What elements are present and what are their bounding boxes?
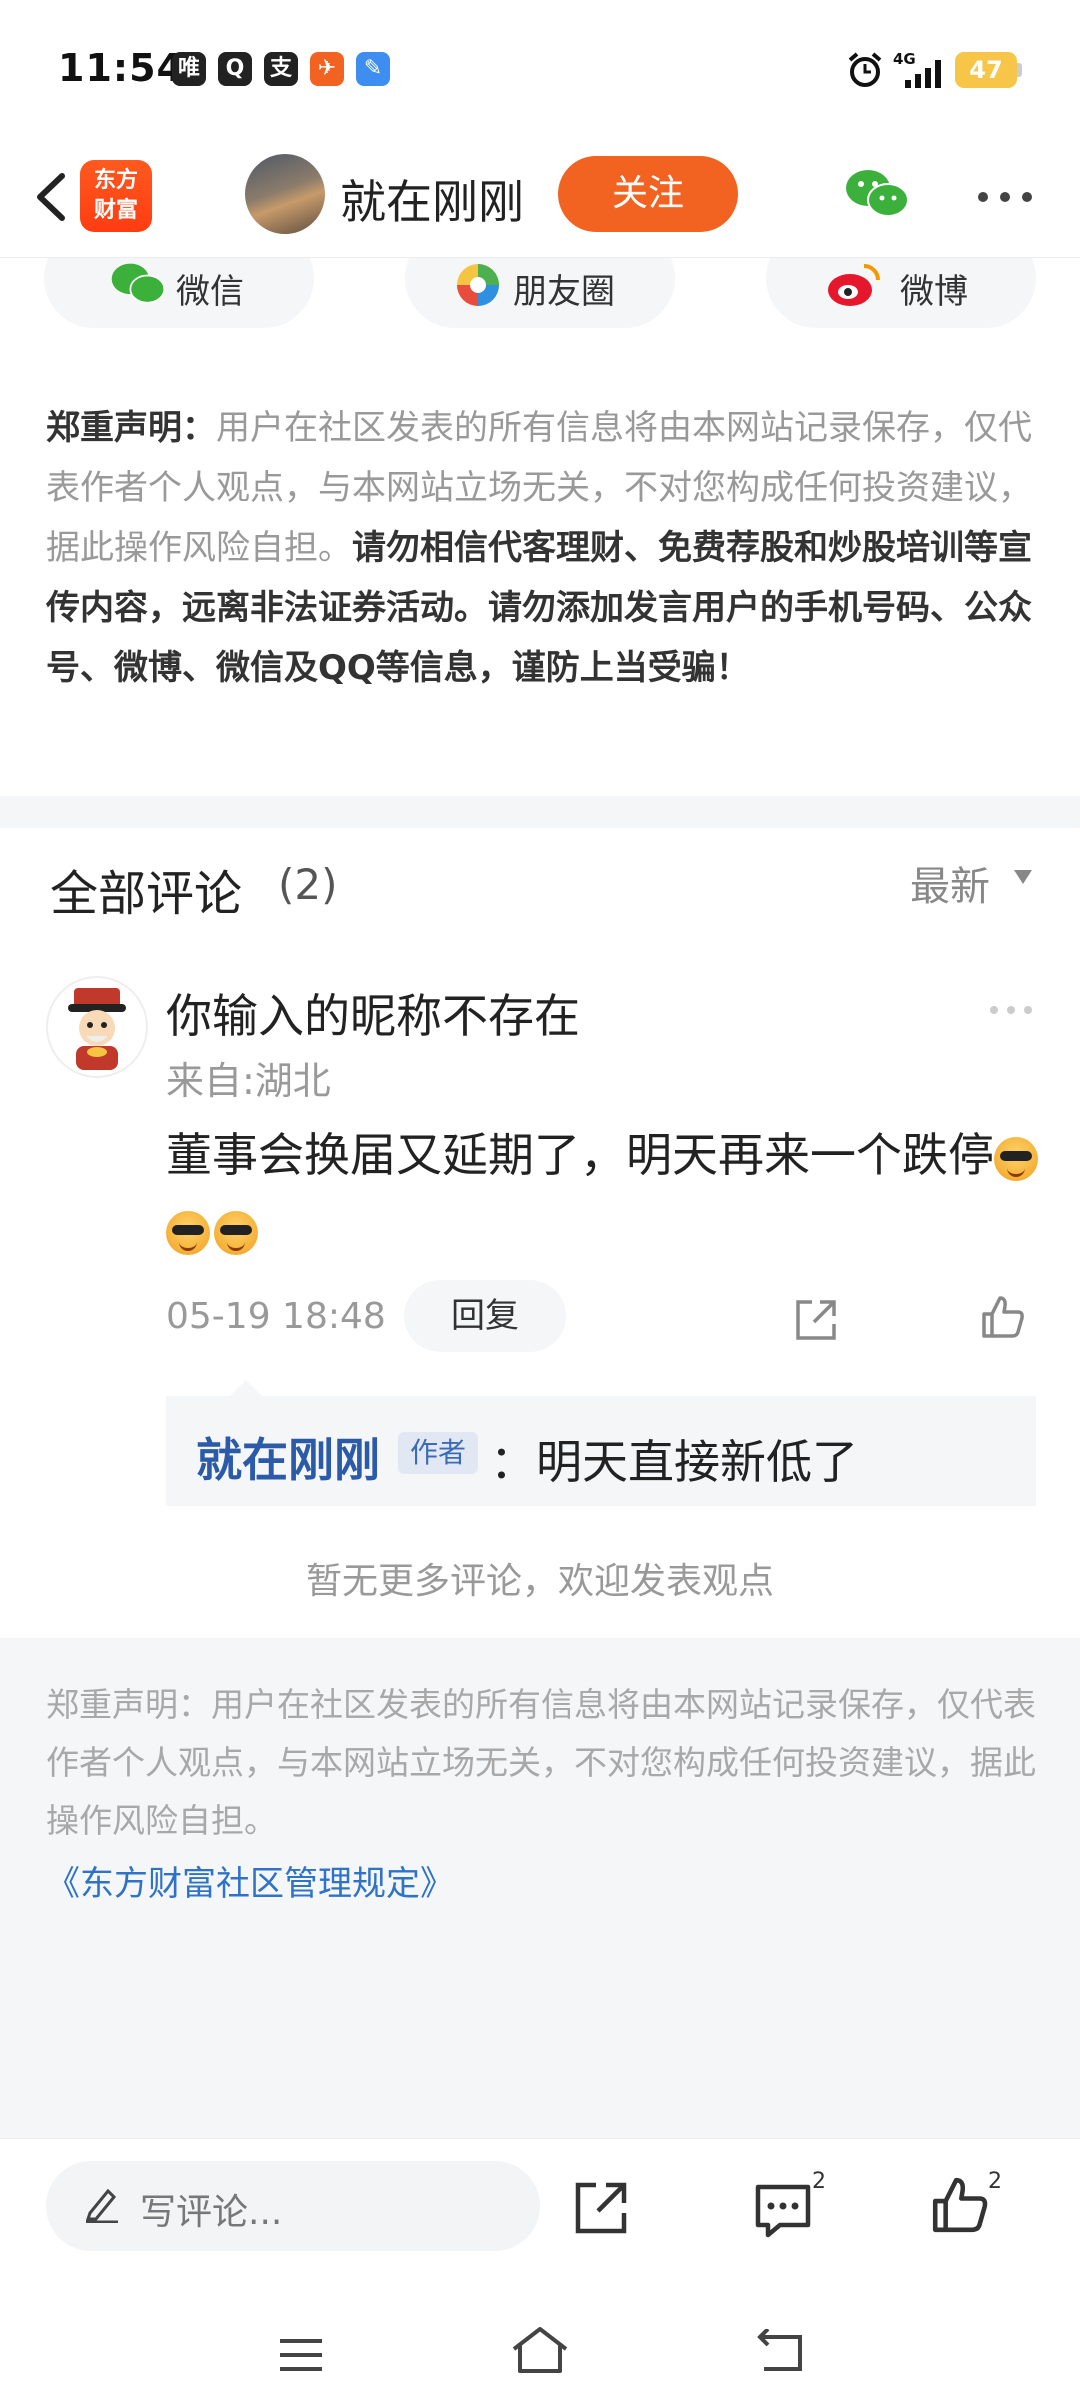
nav-home-icon[interactable] [510,2325,570,2375]
like-count: 2 [988,2169,1002,2194]
top-header: 东方 财富 就在刚刚 关注 [0,140,1080,258]
comment-time: 05-19 18:48 [166,1296,386,1337]
disclaimer-top-title: 郑重声明： [46,408,216,448]
status-bar: 11:54 唯 Q 支 ✈ ✎ 4G 47 [0,0,1080,140]
share-wechat-label: 微信 [176,272,244,312]
moments-icon [457,264,499,306]
reply-button[interactable]: 回复 [404,1280,566,1352]
share-moments-button[interactable]: 朋友圈 [405,258,675,328]
share-weibo-button[interactable]: 微博 [766,258,1036,328]
comment-share-icon[interactable] [794,1298,838,1342]
reply-text: ：明天直接新低了 [490,1435,858,1489]
author-name[interactable]: 就在刚刚 [340,166,524,232]
app-logo[interactable]: 东方 财富 [80,160,152,232]
share-icon[interactable] [572,2179,630,2237]
comment-text: 董事会换届又延期了，明天再来一个跌停 [166,1118,1046,1266]
battery-tip [1017,63,1022,77]
cool-emoji-icon [214,1210,258,1255]
commenter-name[interactable]: 你输入的昵称不存在 [166,980,580,1046]
reply-box-notch [230,1380,262,1396]
sort-dropdown[interactable]: 最新 [910,854,990,912]
status-time: 11:54 [58,46,184,90]
cartoon-god-of-wealth-icon [68,988,126,1070]
app-icon-alipay: 支 [264,52,298,86]
share-row: 微信 朋友圈 微博 [0,258,1080,388]
disclaimer-bottom: 郑重声明：用户在社区发表的所有信息将由本网站记录保存，仅代表作者个人观点，与本网… [46,1685,1036,1840]
signal-icon [905,60,941,88]
like-icon[interactable] [930,2175,990,2235]
reply-author-name[interactable]: 就在刚刚 [196,1424,380,1490]
follow-button[interactable]: 关注 [558,156,738,232]
community-rules-link[interactable]: 《东方财富社区管理规定》 [46,1856,454,1905]
app-icon-note: ✎ [356,52,390,86]
comment-placeholder[interactable]: 写评论... [140,2183,282,2235]
bottom-bar: 写评论... 2 2 [0,2138,1080,2400]
comment-like-icon[interactable] [980,1294,1026,1340]
nav-back-icon[interactable] [756,2329,806,2373]
weibo-icon [828,264,880,306]
cool-emoji-icon [994,1136,1038,1181]
share-moments-label: 朋友圈 [513,272,615,312]
back-arrow-icon[interactable] [22,162,82,232]
app-icon-wei: 唯 [172,52,206,86]
wechat-icon [111,263,166,304]
cool-emoji-icon [166,1210,210,1255]
comment-count: 2 [812,2169,826,2194]
share-weibo-label: 微博 [900,272,968,312]
no-more-comments: 暂无更多评论，欢迎发表观点 [305,1561,774,1602]
author-badge: 作者 [398,1432,478,1474]
more-icon[interactable] [975,190,1035,204]
app-icon-send: ✈ [310,52,344,86]
disclaimer-top-text: 郑重声明：用户在社区发表的所有信息将由本网站记录保存，仅代表作者个人观点，与本网… [46,398,1036,698]
disclaimer-top: 郑重声明：用户在社区发表的所有信息将由本网站记录保存，仅代表作者个人观点，与本网… [0,388,1080,796]
comment-location: 来自:湖北 [166,1059,331,1103]
comment-body: 董事会换届又延期了，明天再来一个跌停 [166,1128,994,1182]
alarm-icon [848,52,882,87]
commenter-avatar[interactable] [46,976,148,1078]
app-icon-q: Q [218,52,252,86]
share-wechat-button[interactable]: 微信 [44,258,314,328]
pen-icon [85,2188,118,2223]
logo-line2: 财富 [93,198,138,223]
comments-title: 全部评论 [50,866,243,922]
sort-caret-icon[interactable] [1014,870,1032,884]
comment-more-icon[interactable] [988,1004,1034,1016]
wechat-share-icon[interactable] [844,166,910,222]
comment-icon[interactable] [754,2181,812,2239]
author-avatar[interactable] [245,154,325,234]
comments-count: (2) [278,860,338,909]
comments-section: 全部评论 (2) 最新 你输入的昵称不存在 来自:湖北 董事会换届又延期了，明天… [0,828,1080,1638]
battery-indicator: 47 [955,52,1017,88]
logo-line1: 东方 [93,168,138,193]
nav-menu-icon[interactable] [278,2337,324,2373]
